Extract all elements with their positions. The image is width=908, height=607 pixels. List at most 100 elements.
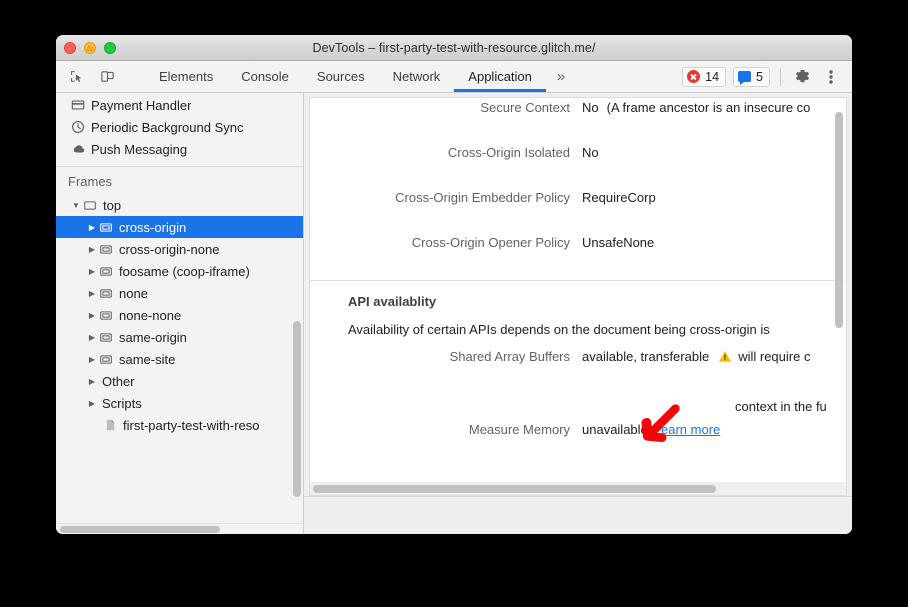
error-count-label: 14 [705, 70, 719, 84]
sidebar-item-first-party-test[interactable]: first-party-test-with-reso [56, 414, 303, 436]
sidebar-item-label: same-origin [119, 330, 187, 345]
warning-triangle-icon [718, 350, 732, 363]
error-count-button[interactable]: 14 [682, 67, 726, 87]
minimize-button[interactable] [84, 42, 96, 54]
chevron-right-icon[interactable]: ▶ [86, 245, 98, 254]
iframe-icon [98, 353, 114, 366]
cloud-icon [70, 142, 86, 156]
kebab-menu-icon[interactable] [820, 66, 842, 88]
iframe-icon [98, 221, 114, 234]
more-tabs-icon[interactable]: » [546, 61, 576, 92]
sidebar-item-label: Other [102, 374, 135, 389]
gear-icon[interactable] [791, 66, 813, 88]
devtools-toolbar: Elements Console Sources Network Applica… [56, 61, 852, 93]
chevron-right-icon[interactable]: ▶ [86, 289, 98, 298]
sidebar-item-push-messaging[interactable]: Push Messaging [56, 138, 303, 160]
detail-value: RequireCorp [582, 190, 656, 205]
iframe-icon [98, 265, 114, 278]
detail-value-warning-text: will require c [738, 349, 810, 364]
device-toolbar-icon[interactable] [96, 66, 118, 88]
sidebar-item-periodic-background-sync[interactable]: Periodic Background Sync [56, 116, 303, 138]
chevron-right-icon[interactable]: ▶ [86, 223, 98, 232]
detail-value: available, transferable will require c [582, 349, 810, 364]
sidebar-scroll-area[interactable]: Payment Handler Periodic Background Sync [56, 93, 303, 523]
detail-row-measure-memory: Measure Memory unavailable Learn more [310, 422, 847, 464]
sidebar-item-label: same-site [119, 352, 175, 367]
sidebar-item-label: first-party-test-with-reso [123, 418, 260, 433]
detail-key: Shared Array Buffers [310, 349, 582, 364]
chevron-down-icon[interactable]: ▼ [70, 201, 82, 210]
sidebar-item-same-site[interactable]: ▶ same-site [56, 348, 303, 370]
iframe-icon [98, 243, 114, 256]
drawer-strip [304, 496, 852, 534]
chevron-right-icon[interactable]: ▶ [86, 333, 98, 342]
sidebar-item-foosame[interactable]: ▶ foosame (coop-iframe) [56, 260, 303, 282]
tab-application[interactable]: Application [454, 61, 546, 92]
message-count-button[interactable]: 5 [733, 67, 770, 87]
api-availability-title: API availablity [310, 294, 847, 309]
sidebar-item-scripts[interactable]: ▶ Scripts [56, 392, 303, 414]
frame-icon [82, 199, 98, 212]
tab-network[interactable]: Network [379, 61, 455, 92]
scrollbar-thumb[interactable] [313, 485, 716, 493]
chevron-right-icon[interactable]: ▶ [86, 311, 98, 320]
toolbar-right-icons: 14 5 [682, 61, 852, 92]
sidebar-item-none[interactable]: ▶ none [56, 282, 303, 304]
content-vertical-scrollbar[interactable] [835, 112, 843, 328]
sidebar-item-cross-origin-none[interactable]: ▶ cross-origin-none [56, 238, 303, 260]
sidebar-item-label: top [103, 198, 121, 213]
chevron-right-icon[interactable]: ▶ [86, 267, 98, 276]
iframe-icon [98, 287, 114, 300]
sidebar-item-none-none[interactable]: ▶ none-none [56, 304, 303, 326]
chevron-right-icon[interactable]: ▶ [86, 377, 98, 386]
sidebar-item-payment-handler[interactable]: Payment Handler [56, 94, 303, 116]
application-sidebar: Payment Handler Periodic Background Sync [56, 93, 304, 534]
iframe-icon [98, 309, 114, 322]
sidebar-item-label: Periodic Background Sync [91, 120, 243, 135]
message-count-label: 5 [756, 70, 763, 84]
detail-value-text: unavailable [582, 422, 648, 437]
iframe-icon [98, 331, 114, 344]
detail-value-text: available, transferable [582, 349, 709, 364]
detail-key: Measure Memory [310, 422, 582, 437]
detail-value-text: No [582, 100, 599, 115]
sidebar-item-other[interactable]: ▶ Other [56, 370, 303, 392]
learn-more-link[interactable]: Learn more [654, 422, 720, 437]
window-titlebar: DevTools – first-party-test-with-resourc… [56, 35, 852, 61]
detail-row-cross-origin-isolated: Cross-Origin Isolated No [310, 145, 847, 190]
detail-row-secure-context: Secure Context No (A frame ancestor is a… [310, 100, 847, 145]
content-horizontal-scrollbar[interactable] [309, 482, 847, 496]
inspect-element-icon[interactable] [65, 66, 87, 88]
sidebar-item-label: Push Messaging [91, 142, 187, 157]
tab-elements[interactable]: Elements [145, 61, 227, 92]
sidebar-item-label: cross-origin-none [119, 242, 219, 257]
scrollbar-thumb[interactable] [60, 526, 220, 533]
detail-row-shared-array-buffers: Shared Array Buffers available, transfer… [310, 349, 847, 391]
devtools-window: DevTools – first-party-test-with-resourc… [56, 35, 852, 534]
zoom-button[interactable] [104, 42, 116, 54]
detail-row-coop: Cross-Origin Opener Policy UnsafeNone [310, 235, 847, 280]
devtools-body: Payment Handler Periodic Background Sync [56, 93, 852, 534]
chevron-right-icon[interactable]: ▶ [86, 355, 98, 364]
tab-console[interactable]: Console [227, 61, 303, 92]
frames-section-header: Frames [56, 166, 303, 194]
sidebar-item-cross-origin[interactable]: ▶ cross-origin [56, 216, 303, 238]
sidebar-item-label: cross-origin [119, 220, 186, 235]
detail-value: UnsafeNone [582, 235, 654, 250]
message-bubble-icon [738, 71, 751, 82]
api-availability-section: API availablity Availability of certain … [310, 281, 847, 464]
detail-value: No (A frame ancestor is an insecure co [582, 100, 810, 115]
sidebar-item-label: Payment Handler [91, 98, 191, 113]
sidebar-item-top[interactable]: ▼ top [56, 194, 303, 216]
clock-icon [70, 120, 86, 134]
detail-key: Secure Context [310, 100, 582, 115]
sidebar-vertical-scrollbar[interactable] [293, 321, 301, 497]
sidebar-horizontal-scrollbar[interactable] [56, 523, 303, 534]
close-button[interactable] [64, 42, 76, 54]
sidebar-item-same-origin[interactable]: ▶ same-origin [56, 326, 303, 348]
detail-row-coep: Cross-Origin Embedder Policy RequireCorp [310, 190, 847, 235]
sidebar-item-label: foosame (coop-iframe) [119, 264, 250, 279]
tab-sources[interactable]: Sources [303, 61, 379, 92]
chevron-right-icon[interactable]: ▶ [86, 399, 98, 408]
frame-details-content: Secure Context No (A frame ancestor is a… [310, 98, 847, 464]
